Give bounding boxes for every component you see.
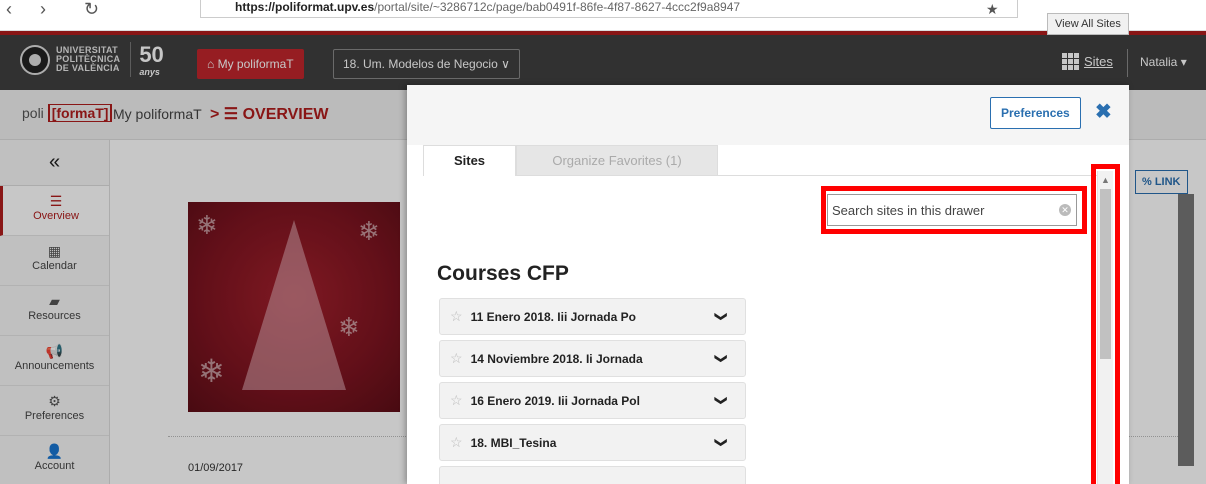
search-highlight-box xyxy=(821,186,1087,234)
chevron-down-icon[interactable]: ❯ xyxy=(704,437,739,447)
forward-icon[interactable]: › xyxy=(40,0,46,18)
chevron-down-icon[interactable]: ❯ xyxy=(704,311,739,321)
scrollbar-highlight-box xyxy=(1091,164,1120,484)
tab-sites[interactable]: Sites xyxy=(423,145,516,176)
favorite-star-icon[interactable]: ☆ xyxy=(450,350,463,366)
preferences-button[interactable]: Preferences xyxy=(990,97,1081,129)
tab-organize-favorites[interactable]: Organize Favorites (1) xyxy=(516,145,718,176)
favorite-star-icon[interactable]: ☆ xyxy=(450,434,463,450)
close-icon[interactable]: ✖ xyxy=(1095,99,1112,124)
chevron-down-icon[interactable]: ❯ xyxy=(704,353,739,363)
favorite-star-icon[interactable]: ☆ xyxy=(450,308,463,324)
back-icon[interactable]: ‹ xyxy=(6,0,12,18)
sites-drawer: Preferences ✖ Sites Organize Favorites (… xyxy=(407,85,1129,484)
url-path: /portal/site/~3286712c/page/bab0491f-86f… xyxy=(374,0,741,14)
drawer-body: ✕ Courses CFP ☆11 Enero 2018. Iii Jornad… xyxy=(423,175,1109,484)
section-title: Courses CFP xyxy=(437,262,569,285)
course-item[interactable]: ☆ 16 Enero 2019. Iii Jornada Pol ❯ xyxy=(439,382,746,419)
favorite-star-icon[interactable]: ☆ xyxy=(450,392,463,408)
chevron-down-icon[interactable]: ❯ xyxy=(704,395,739,405)
course-item[interactable]: ☆ 11 Enero 2018. Iii Jornada Po ❯ xyxy=(439,298,746,335)
course-item[interactable]: ☆ 14 Noviembre 2018. Ii Jornada ❯ xyxy=(439,340,746,377)
url-host: https://poliformat.upv.es xyxy=(235,0,375,14)
address-bar[interactable]: https://poliformat.upv.es/portal/site/~3… xyxy=(200,0,1018,18)
view-all-sites-tooltip: View All Sites xyxy=(1047,13,1129,35)
bookmark-star-icon[interactable]: ★ xyxy=(986,0,999,18)
refresh-icon[interactable]: ↻ xyxy=(84,0,99,18)
browser-toolbar: ‹ › ↻ https://poliformat.upv.es/portal/s… xyxy=(0,0,1206,31)
course-item-partial[interactable] xyxy=(439,466,746,484)
drawer-header: Preferences ✖ xyxy=(407,85,1129,145)
course-item[interactable]: ☆ 18. MBI_Tesina ❯ xyxy=(439,424,746,461)
